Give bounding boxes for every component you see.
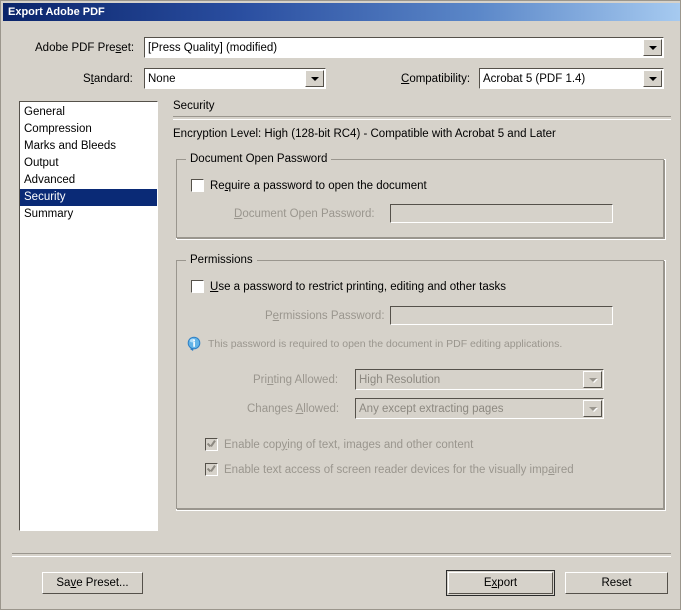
- reset-button[interactable]: Reset: [565, 572, 668, 594]
- info-icon: [187, 336, 202, 352]
- document-open-password-label: Document Open Password:: [234, 208, 375, 220]
- chevron-down-icon: [310, 76, 319, 81]
- permissions-password-input[interactable]: [390, 306, 613, 325]
- permissions-info-row: This password is required to open the do…: [187, 336, 562, 352]
- panel-heading: Security: [173, 100, 215, 112]
- chevron-down-icon: [588, 406, 597, 411]
- enable-copying-checkbox[interactable]: [205, 438, 218, 451]
- preset-dropdown-button[interactable]: [643, 39, 662, 56]
- enable-screenreader-label: Enable text access of screen reader devi…: [224, 463, 574, 476]
- enable-copying-row[interactable]: Enable copying of text, images and other…: [205, 438, 473, 451]
- standard-value: None: [148, 72, 176, 85]
- sidebar-item-advanced[interactable]: Advanced: [20, 172, 157, 189]
- use-permissions-password-checkbox[interactable]: [191, 280, 204, 293]
- preset-dropdown[interactable]: [Press Quality] (modified): [144, 37, 664, 58]
- require-password-label: Require a password to open the document: [210, 179, 427, 192]
- save-preset-button[interactable]: Sa v e Preset...: [42, 572, 143, 594]
- sidebar-item-security[interactable]: Security: [20, 189, 157, 206]
- sidebar-item-summary[interactable]: Summary: [20, 206, 157, 223]
- printing-allowed-dropdown-button[interactable]: [583, 371, 602, 388]
- export-button-default-ring: Ex port: [446, 570, 555, 596]
- changes-allowed-label: Changes Allowed:: [247, 403, 340, 415]
- standard-label: Standard:: [83, 73, 133, 85]
- printing-allowed-value: High Resolution: [359, 373, 441, 386]
- use-permissions-password-label: Use a password to restrict printing, edi…: [210, 280, 506, 293]
- compatibility-label: Compatibility:: [401, 73, 471, 85]
- compatibility-value: Acrobat 5 (PDF 1.4): [483, 72, 586, 85]
- panel-heading-divider: [173, 116, 671, 120]
- sidebar-item-general[interactable]: General: [20, 104, 157, 121]
- changes-allowed-dropdown[interactable]: Any except extracting pages: [355, 398, 604, 419]
- preset-value: [Press Quality] (modified): [148, 41, 278, 54]
- enable-screenreader-checkbox[interactable]: [205, 463, 218, 476]
- window-title: Export Adobe PDF: [8, 6, 105, 18]
- export-button[interactable]: Ex port: [448, 572, 553, 594]
- compatibility-dropdown-button[interactable]: [643, 70, 662, 87]
- standard-dropdown-button[interactable]: [305, 70, 324, 87]
- require-password-row[interactable]: Require a password to open the document: [191, 179, 427, 192]
- check-icon: [207, 440, 216, 449]
- use-permissions-password-row[interactable]: Use a password to restrict printing, edi…: [191, 280, 506, 293]
- changes-allowed-value: Any except extracting pages: [359, 402, 504, 415]
- changes-allowed-dropdown-button[interactable]: [583, 400, 602, 417]
- check-icon: [207, 465, 216, 474]
- document-open-password-group: Document Open Password Require a passwor…: [176, 153, 666, 240]
- permissions-info-text: This password is required to open the do…: [208, 338, 563, 350]
- enable-copying-label: Enable copying of text, images and other…: [224, 438, 474, 451]
- permissions-password-label: Permissions Password:: [265, 310, 385, 322]
- sidebar-item-compression[interactable]: Compression: [20, 121, 157, 138]
- export-adobe-pdf-dialog: Export Adobe PDF Adobe PDF Preset: [Pres…: [0, 0, 681, 610]
- preset-label: Adobe PDF Preset:: [35, 42, 135, 54]
- settings-category-list[interactable]: General Compression Marks and Bleeds Out…: [19, 101, 158, 531]
- permissions-caption: Permissions: [186, 254, 257, 266]
- printing-allowed-label: Printing Allowed:: [253, 374, 339, 386]
- title-bar: Export Adobe PDF: [3, 3, 680, 21]
- chevron-down-icon: [648, 45, 657, 50]
- encryption-level-text: Encryption Level: High (128-bit RC4) - C…: [173, 128, 556, 140]
- chevron-down-icon: [588, 377, 597, 382]
- require-password-checkbox[interactable]: [191, 179, 204, 192]
- footer-divider: [12, 553, 671, 557]
- enable-screenreader-row[interactable]: Enable text access of screen reader devi…: [205, 463, 574, 476]
- sidebar-item-output[interactable]: Output: [20, 155, 157, 172]
- compatibility-dropdown[interactable]: Acrobat 5 (PDF 1.4): [479, 68, 664, 89]
- standard-dropdown[interactable]: None: [144, 68, 326, 89]
- printing-allowed-dropdown[interactable]: High Resolution: [355, 369, 604, 390]
- document-open-password-input[interactable]: [390, 204, 613, 223]
- document-open-password-caption: Document Open Password: [186, 153, 332, 165]
- sidebar-item-marks-and-bleeds[interactable]: Marks and Bleeds: [20, 138, 157, 155]
- chevron-down-icon: [648, 76, 657, 81]
- permissions-group: Permissions Use a password to restrict p…: [176, 254, 666, 511]
